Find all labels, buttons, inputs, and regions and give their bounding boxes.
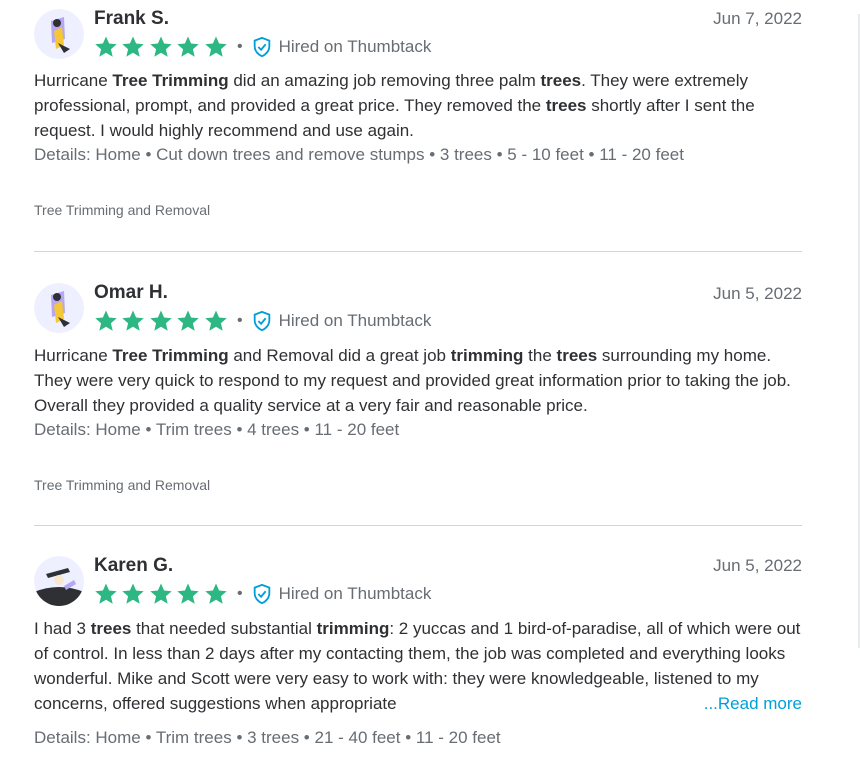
reviewer-name: Frank S. — [94, 8, 169, 29]
verified-shield-icon — [253, 36, 270, 58]
rating-row: • Hired on Thumbtack — [94, 34, 431, 60]
star-icon — [204, 310, 227, 331]
highlighted-keyword: Tree Trimming — [112, 346, 229, 365]
star-icon — [177, 310, 199, 331]
review-date: Jun 5, 2022 — [713, 284, 802, 303]
star-icon — [204, 583, 227, 604]
star-icon — [150, 583, 172, 604]
reviewer-name: Karen G. — [94, 555, 174, 576]
star-icon — [122, 583, 145, 604]
review-text: and Removal did a great job — [228, 346, 451, 365]
avatar-yellow — [34, 283, 84, 333]
review-body: Hurricane Tree Trimming and Removal did … — [34, 343, 802, 418]
service-tag[interactable]: Tree Trimming and Removal — [34, 477, 210, 493]
separator-dot: • — [236, 312, 243, 329]
reviewer-name: Omar H. — [94, 282, 168, 303]
avatar — [34, 283, 84, 333]
highlighted-keyword: trees — [90, 619, 132, 638]
avatar-yellow — [34, 9, 84, 59]
star-icon — [150, 36, 172, 57]
read-more-wrap: ...Read more — [643, 691, 802, 716]
review-text: Hurricane — [34, 346, 113, 365]
hired-label: Hired on Thumbtack — [278, 311, 432, 330]
separator-dot: • — [236, 585, 243, 602]
star-icon — [95, 36, 117, 57]
star-icon — [177, 583, 199, 604]
review-card: Karen G. Jun 5, 2022 • Hired on Thumbtac… — [34, 525, 802, 766]
rating-row: • Hired on Thumbtack — [94, 581, 431, 607]
review-details: Details: Home • Cut down trees and remov… — [34, 145, 684, 164]
verified-shield-icon — [253, 583, 270, 605]
avatar-dark — [34, 556, 84, 606]
avatar — [34, 556, 84, 606]
review-text: I had 3 — [34, 619, 91, 638]
review-text: did an amazing job removing three palm — [228, 71, 541, 90]
highlighted-keyword: trimming — [316, 619, 390, 638]
star-icon — [204, 36, 227, 57]
star-icon — [122, 310, 145, 331]
review-text: Hurricane — [34, 71, 113, 90]
highlighted-keyword: trimming — [450, 346, 524, 365]
service-tag[interactable]: Tree Trimming and Removal — [34, 202, 210, 218]
review-card: Omar H. Jun 5, 2022 • Hired on Thumbtack… — [34, 251, 802, 525]
review-date: Jun 7, 2022 — [713, 9, 802, 28]
separator-dot: • — [236, 38, 243, 55]
highlighted-keyword: trees — [556, 346, 598, 365]
review-body: Hurricane Tree Trimming did an amazing j… — [34, 68, 802, 143]
rating-row: • Hired on Thumbtack — [94, 308, 431, 334]
star-icon — [122, 36, 145, 57]
review-date: Jun 5, 2022 — [713, 556, 802, 575]
star-icon — [150, 310, 172, 331]
highlighted-keyword: trees — [540, 71, 582, 90]
highlighted-keyword: Tree Trimming — [112, 71, 229, 90]
review-details: Details: Home • Trim trees • 4 trees • 1… — [34, 420, 400, 439]
avatar — [34, 9, 84, 59]
review-text: that needed substantial — [131, 619, 317, 638]
star-icon — [177, 36, 199, 57]
reviews-list: Frank S. Jun 7, 2022 • Hired on Thumbtac… — [34, 0, 802, 766]
read-more-link[interactable]: ...Read more — [704, 694, 802, 714]
text-fade — [643, 691, 704, 716]
review-text: the — [523, 346, 557, 365]
verified-shield-icon — [253, 310, 270, 332]
hired-label: Hired on Thumbtack — [278, 584, 432, 603]
highlighted-keyword: trees — [545, 96, 587, 115]
star-icon — [95, 583, 117, 604]
review-details: Details: Home • Trim trees • 3 trees • 2… — [34, 728, 501, 747]
star-icon — [95, 310, 117, 331]
review-card: Frank S. Jun 7, 2022 • Hired on Thumbtac… — [34, 0, 802, 251]
hired-label: Hired on Thumbtack — [278, 37, 432, 56]
